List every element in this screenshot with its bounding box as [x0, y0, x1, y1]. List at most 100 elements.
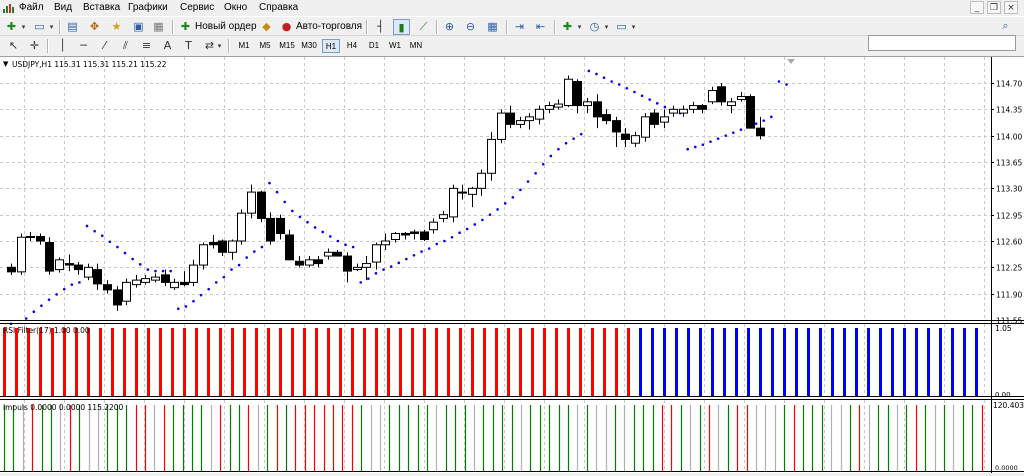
- timeframe-h1-button[interactable]: H1: [322, 39, 340, 53]
- periods-dropdown-icon[interactable]: ▾: [602, 19, 611, 35]
- fibonacci-icon[interactable]: ≡: [138, 38, 155, 54]
- toolbar-separator: [228, 39, 230, 53]
- sar-dot: [587, 69, 591, 73]
- impuls-histogram: [3, 405, 984, 471]
- menu-file[interactable]: Файл: [19, 2, 44, 13]
- sar-dot: [412, 253, 416, 257]
- zoom-out-icon[interactable]: ⊖: [462, 19, 479, 35]
- rsi-filter-bar-red: [495, 328, 498, 396]
- timeframe-mn-button[interactable]: MN: [408, 39, 424, 53]
- profiles-dropdown-icon[interactable]: ▾: [47, 19, 56, 35]
- chart-canvas[interactable]: ▼ USDJPY,H1 115.31 115.31 115.21 115.22 …: [0, 57, 1024, 473]
- templates-dropdown-icon[interactable]: ▾: [629, 19, 638, 35]
- rsi-filter-bar-blue: [891, 328, 894, 396]
- candlestick-chart-icon[interactable]: ▮: [393, 19, 410, 35]
- bullish-candle: [660, 116, 669, 123]
- crosshair-icon[interactable]: ✛: [26, 38, 43, 54]
- text-label-icon[interactable]: T: [180, 38, 197, 54]
- close-button[interactable]: ×: [1004, 1, 1018, 14]
- horizontal-line-icon[interactable]: ─: [75, 38, 92, 54]
- price-tick-label: 113.65: [996, 159, 1022, 168]
- rsi-filter-bar-red: [615, 328, 618, 396]
- bullish-candle: [497, 112, 506, 140]
- data-window-icon[interactable]: ✥: [86, 19, 103, 35]
- templates-icon[interactable]: ▭: [613, 19, 630, 35]
- timeframe-m1-button[interactable]: M1: [236, 39, 252, 53]
- new-chart-dropdown-icon[interactable]: ▾: [19, 19, 28, 35]
- timeframe-m15-button[interactable]: M15: [278, 39, 296, 53]
- search-icon[interactable]: ⌕: [997, 18, 1014, 34]
- market-watch-icon[interactable]: ▤: [64, 19, 81, 35]
- autotrading-icon[interactable]: ●: [278, 19, 295, 35]
- new-order-button[interactable]: Новый ордер: [195, 21, 257, 32]
- auto-scroll-icon[interactable]: ⇥: [511, 19, 528, 35]
- sar-dot: [131, 257, 134, 261]
- text-tool-icon[interactable]: A: [159, 38, 176, 54]
- sar-dot: [85, 224, 89, 228]
- menu-view[interactable]: Вид: [54, 2, 72, 13]
- sar-dot: [382, 268, 385, 271]
- cursor-icon[interactable]: ↖: [5, 38, 22, 54]
- sar-dot: [427, 247, 431, 250]
- tile-windows-icon[interactable]: ▦: [484, 19, 501, 35]
- timeframe-w1-button[interactable]: W1: [387, 39, 403, 53]
- timeframe-m5-button[interactable]: M5: [257, 39, 273, 53]
- bar-chart-icon[interactable]: ┤: [372, 19, 389, 35]
- sar-dot: [762, 119, 766, 122]
- bullish-candle: [353, 266, 362, 271]
- chart-window[interactable]: ▼ USDJPY,H1 115.31 115.31 115.21 115.22 …: [0, 57, 1024, 473]
- indicators-dropdown-icon[interactable]: ▾: [575, 19, 584, 35]
- rsi-filter-bar-red: [219, 328, 222, 396]
- rsi-filter-bar-red: [399, 328, 402, 396]
- new-order-icon[interactable]: ✚: [177, 19, 194, 35]
- sar-dot: [321, 230, 325, 234]
- timeframe-m30-button[interactable]: M30: [300, 39, 318, 53]
- bearish-candle: [746, 96, 755, 129]
- strategy-tester-icon[interactable]: ▦: [150, 19, 167, 35]
- arrows-dropdown-icon[interactable]: ▾: [215, 38, 224, 54]
- navigator-icon[interactable]: ★: [108, 19, 125, 35]
- rsi-filter-bar-red: [99, 328, 102, 396]
- rsi-filter-bar-red: [147, 328, 150, 396]
- sar-dot: [199, 293, 203, 297]
- terminal-icon[interactable]: ▣: [130, 19, 147, 35]
- sar-dot: [245, 256, 248, 259]
- new-chart-icon[interactable]: ✚: [3, 19, 20, 35]
- timeframe-h4-button[interactable]: H4: [344, 39, 360, 53]
- indicators-icon[interactable]: ✚: [559, 19, 576, 35]
- chart-shift-icon[interactable]: ⇤: [532, 19, 549, 35]
- restore-button[interactable]: ❐: [987, 1, 1001, 14]
- menu-tools[interactable]: Сервис: [180, 2, 214, 13]
- bullish-candle: [708, 90, 717, 103]
- bullish-candle: [737, 96, 746, 101]
- sar-dot: [192, 299, 195, 303]
- menu-window[interactable]: Окно: [224, 2, 247, 13]
- price-tick-label: 111.55: [996, 317, 1022, 326]
- metaeditor-icon[interactable]: ◆: [258, 19, 275, 35]
- sar-dot: [389, 265, 393, 268]
- line-chart-icon[interactable]: ⟋: [415, 19, 432, 35]
- autotrading-button[interactable]: Авто-торговля: [296, 21, 362, 32]
- price-tick-label: 113.30: [996, 185, 1022, 194]
- vertical-line-icon[interactable]: │: [54, 38, 71, 54]
- chart-dropdown-icon[interactable]: ▼: [3, 60, 9, 68]
- chart-shift-marker-icon[interactable]: [787, 59, 795, 64]
- rsi-filter-bar-red: [387, 328, 390, 396]
- bullish-candle: [458, 191, 467, 194]
- profiles-icon[interactable]: ▭: [31, 19, 48, 35]
- menu-help[interactable]: Справка: [259, 2, 298, 13]
- rsi-filter-bar-red: [63, 328, 66, 396]
- trendline-icon[interactable]: ⁄: [96, 38, 113, 54]
- sar-dot: [230, 268, 233, 271]
- rsi-filter-bar-blue: [783, 328, 786, 396]
- menu-insert[interactable]: Вставка: [83, 2, 120, 13]
- rsi-filter-bar-red: [159, 328, 162, 396]
- zoom-in-icon[interactable]: ⊕: [441, 19, 458, 35]
- equidistant-channel-icon[interactable]: ⫽: [117, 38, 134, 54]
- rsi-filter-bar-red: [375, 328, 378, 396]
- rsi-filter-bar-blue: [771, 328, 774, 396]
- timeframe-d1-button[interactable]: D1: [366, 39, 382, 53]
- periods-icon[interactable]: ◷: [586, 19, 603, 35]
- minimize-button[interactable]: _: [970, 1, 984, 14]
- menu-charts[interactable]: Графики: [128, 2, 168, 13]
